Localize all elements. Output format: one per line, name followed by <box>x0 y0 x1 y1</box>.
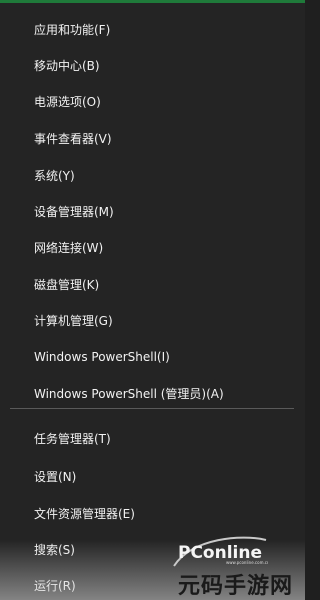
menu-item-settings[interactable]: 设置(N) <box>34 469 76 485</box>
menu-item-apps-and-features[interactable]: 应用和功能(F) <box>34 22 110 38</box>
menu-item-powershell[interactable]: Windows PowerShell(I) <box>34 349 170 365</box>
menu-item-computer-management[interactable]: 计算机管理(G) <box>34 313 113 329</box>
menu-item-run[interactable]: 运行(R) <box>34 578 76 594</box>
svg-text:www.pconline.com.cn: www.pconline.com.cn <box>226 560 268 565</box>
menu-item-power-options[interactable]: 电源选项(O) <box>34 94 101 110</box>
menu-item-network-connections[interactable]: 网络连接(W) <box>34 240 103 256</box>
pconline-logo: PConline www.pconline.com.cn <box>173 536 268 567</box>
menu-item-system[interactable]: 系统(Y) <box>34 168 75 184</box>
site-watermark-text: 元码手游网 <box>178 573 294 599</box>
menu-item-search[interactable]: 搜索(S) <box>34 542 75 558</box>
menu-item-powershell-admin[interactable]: Windows PowerShell (管理员)(A) <box>34 386 224 402</box>
menu-item-file-explorer[interactable]: 文件资源管理器(E) <box>34 506 135 522</box>
winx-context-menu: 应用和功能(F) 移动中心(B) 电源选项(O) 事件查看器(V) 系统(Y) … <box>0 0 305 600</box>
menu-item-device-manager[interactable]: 设备管理器(M) <box>34 204 114 220</box>
menu-item-event-viewer[interactable]: 事件查看器(V) <box>34 131 112 147</box>
top-accent-bar <box>0 0 305 3</box>
menu-separator <box>10 408 294 409</box>
menu-item-disk-management[interactable]: 磁盘管理(K) <box>34 277 99 293</box>
menu-item-mobility-center[interactable]: 移动中心(B) <box>34 58 100 74</box>
menu-item-task-manager[interactable]: 任务管理器(T) <box>34 431 111 447</box>
